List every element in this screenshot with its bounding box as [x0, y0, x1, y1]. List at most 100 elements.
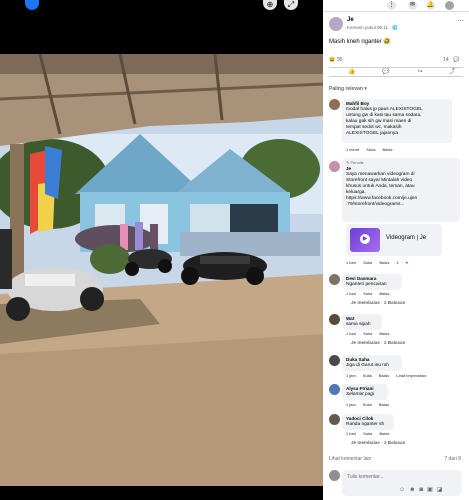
comment-text: Selamat pagi — [346, 392, 374, 397]
post-viewer: ⊕ ⤢ ⋮ ✉ 🔔 Je Kemarin pukul 09.11 · 🌐 ⋯ M… — [0, 0, 469, 500]
send-button[interactable]: ↪ — [415, 69, 425, 76]
menu-grid-icon[interactable]: ⋮ — [387, 1, 396, 10]
profile-avatar-icon[interactable] — [445, 1, 454, 10]
comment-time[interactable]: 1 hari — [346, 292, 356, 296]
commenter-avatar[interactable] — [329, 99, 340, 110]
reactions-count[interactable]: 95 — [337, 57, 343, 63]
comment-time[interactable]: 1 hari — [346, 432, 356, 436]
comment-reply-button[interactable]: Balas — [379, 432, 389, 436]
comment-button[interactable]: 💬 — [381, 69, 391, 76]
zoom-icon[interactable]: ⊕ — [263, 0, 277, 10]
comment-reply-button[interactable]: Balas — [379, 292, 389, 296]
commenter-avatar[interactable] — [329, 355, 340, 366]
comment-text: modal halus jp paus ALEXISTOGEL untung g… — [346, 107, 423, 136]
comment-like-button[interactable]: Suka — [363, 374, 372, 378]
link-title[interactable]: Videogram | Je — [386, 235, 426, 241]
comment-like-button[interactable]: Suka — [363, 403, 372, 407]
reaction-emoji-icon[interactable]: 😆 — [329, 57, 335, 63]
comment-time[interactable]: 1 hari — [346, 332, 356, 336]
comment-text: Nganteri pencairan — [346, 282, 387, 287]
comment-reply-button[interactable]: Balas — [383, 148, 393, 152]
play-icon: ▶ — [360, 234, 370, 244]
view-replies-link[interactable]: Je membalas · 2 Balasan — [351, 340, 405, 345]
comment-item: Duka Saha Jiga di Garut ieu mh 1 jam Suk… — [329, 355, 465, 381]
commenter-avatar[interactable] — [329, 414, 340, 425]
comment-input[interactable]: Tulis komentar... ☺☻◙▣◪ — [342, 470, 462, 496]
comment-bubble: Mahfii Boy modal halus jp paus ALEXISTOG… — [342, 99, 452, 143]
post-author[interactable]: Je — [347, 17, 354, 23]
comment-actions: 1 menit Suka Balas — [346, 148, 399, 152]
camera-icon[interactable]: ◙ — [419, 487, 427, 493]
post-actions: 👍 💬 ↪ ⤴ — [329, 67, 463, 77]
comment-reply-button[interactable]: Balas — [379, 403, 389, 407]
view-replies-link[interactable]: Je membalas · 2 Balasan — [351, 440, 405, 445]
comment-bubble: ✎ Penulis Je Saya menawarkan videogram d… — [342, 158, 460, 222]
comment-item: Yadoci Cilok Randa nganter sh 1 hari Suk… — [329, 414, 465, 450]
comment-actions: 1 hari Suka Balas 2 ♥ — [346, 261, 408, 265]
composer-icons: ☺☻◙▣◪ — [399, 486, 446, 493]
share-button[interactable]: ⤴ — [447, 69, 457, 76]
fullscreen-icon[interactable]: ⤢ — [284, 0, 298, 10]
messenger-icon[interactable]: ✉ — [408, 1, 417, 10]
post-caption: Masih kneh nganter 🤣 — [329, 39, 391, 45]
comment-bubble: Duka Saha Jiga di Garut ieu mh — [342, 355, 402, 371]
commenter-avatar[interactable] — [329, 314, 340, 325]
notifications-icon[interactable]: 🔔 — [426, 1, 435, 10]
gif-icon[interactable]: ▣ — [427, 487, 437, 493]
commenter-avatar[interactable] — [329, 274, 340, 285]
commenter-avatar[interactable] — [329, 384, 340, 395]
post-timestamp[interactable]: Kemarin pukul 09.11 · 🌐 — [347, 25, 398, 31]
comment-count-label: 7 dari 8 — [444, 456, 461, 462]
comment-like-button[interactable]: Suka — [363, 292, 372, 296]
author-avatar[interactable] — [329, 17, 343, 31]
comment-actions: 1 hari Suka Balas — [346, 292, 395, 296]
heart-reaction-icon[interactable]: ♥ — [406, 261, 408, 265]
comment-text: Saya menawarkan videogram di Storefront … — [346, 172, 418, 207]
comment-item: Mahfii Boy modal halus jp paus ALEXISTOG… — [329, 99, 465, 152]
post-photo[interactable] — [0, 54, 323, 486]
commenter-avatar[interactable] — [329, 161, 340, 172]
facebook-logo-icon[interactable] — [25, 0, 39, 10]
comment-reply-button[interactable]: Balas — [379, 261, 389, 265]
top-nav: ⋮ ✉ 🔔 — [323, 0, 469, 12]
comment-like-button[interactable]: Suka — [363, 332, 372, 336]
viewer-avatar — [329, 470, 340, 481]
more-options-icon[interactable]: ⋯ — [457, 17, 464, 25]
view-replies-link[interactable]: Je membalas · 2 Balasan — [351, 300, 405, 305]
comment-bubble: Yadoci Cilok Randa nganter sh — [342, 414, 394, 430]
avatar-sticker-icon[interactable]: ☺ — [399, 487, 409, 493]
comment-text: Randa nganter sh — [346, 422, 385, 427]
link-preview-card[interactable]: ▶ Videogram | Je — [346, 224, 442, 256]
comment-time[interactable]: 1 jam — [346, 403, 356, 407]
sticker-icon[interactable]: ◪ — [437, 487, 447, 493]
comment-time[interactable]: 1 menit — [346, 148, 359, 152]
comment-icon[interactable]: 💬 — [453, 57, 459, 63]
more-comments-link[interactable]: Lihat komentar lain — [329, 456, 371, 462]
comments-panel: ⋮ ✉ 🔔 Je Kemarin pukul 09.11 · 🌐 ⋯ Masih… — [323, 0, 469, 500]
comment-like-button[interactable]: Suka — [363, 261, 372, 265]
comments-count[interactable]: 14 — [443, 57, 449, 63]
post-stats: 😆 95 14 💬 — [329, 57, 463, 65]
comment-time[interactable]: 1 hari — [346, 261, 356, 265]
comment-item: Devi Dasmara Nganteri pencairan 1 hari S… — [329, 274, 465, 310]
more-comments-row: Lihat komentar lain 7 dari 8 — [329, 456, 463, 462]
comment-reply-button[interactable]: Balas — [379, 374, 389, 378]
comment-actions: 1 hari Suka Balas — [346, 432, 395, 436]
comment-time[interactable]: 1 jam — [346, 374, 356, 378]
comment-like-button[interactable]: Suka — [366, 148, 375, 152]
comment-actions: 1 hari Suka Balas — [346, 332, 395, 336]
videogram-thumbnail: ▶ — [350, 228, 380, 252]
like-button[interactable]: 👍 — [347, 69, 357, 76]
comment-reply-button[interactable]: Balas — [379, 332, 389, 336]
photo-viewer-pane: ⊕ ⤢ — [0, 0, 323, 500]
comment-sort[interactable]: Paling relevan ▾ — [329, 86, 367, 92]
comment-reactions-count[interactable]: 2 — [397, 261, 399, 265]
photo-scene — [0, 54, 323, 486]
comment-like-button[interactable]: Suka — [363, 432, 372, 436]
see-translation-link[interactable]: Lihat terjemahan — [396, 374, 426, 378]
emoji-icon[interactable]: ☻ — [409, 487, 419, 493]
comment-bubble: Devi Dasmara Nganteri pencairan — [342, 274, 402, 290]
comment-bubble: Alysa Ftriani Selamat pagi — [342, 384, 388, 400]
comment-input-placeholder: Tulis komentar... — [347, 474, 384, 480]
comment-item: ✎ Penulis Je Saya menawarkan videogram d… — [329, 158, 465, 268]
